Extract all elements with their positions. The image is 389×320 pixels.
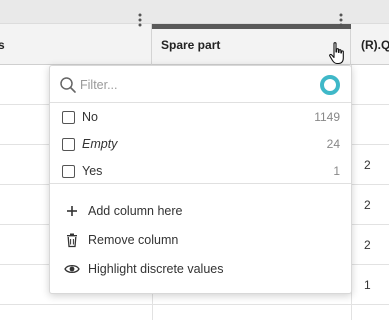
search-icon bbox=[60, 77, 76, 93]
filter-option-label: Empty bbox=[82, 137, 118, 151]
filter-option-count: 24 bbox=[326, 137, 340, 151]
action-label: Highlight discrete values bbox=[88, 262, 224, 276]
checkbox[interactable] bbox=[62, 164, 75, 178]
column-header-right-label: (R).Q bbox=[361, 37, 389, 52]
table-cell: 2 bbox=[364, 158, 371, 172]
highlight-discrete-values-button[interactable]: Highlight discrete values bbox=[50, 255, 351, 283]
column-header-right[interactable]: (R).Q bbox=[351, 24, 389, 65]
kebab-icon[interactable] bbox=[133, 11, 147, 29]
column-header-spare-part[interactable]: Spare part bbox=[152, 24, 351, 65]
column-menu-kebab-icon[interactable] bbox=[334, 11, 348, 29]
action-label: Remove column bbox=[88, 233, 179, 247]
checkbox[interactable] bbox=[62, 137, 75, 151]
table-cell: 2 bbox=[364, 198, 371, 212]
plus-icon bbox=[67, 206, 77, 216]
active-column-indicator bbox=[152, 24, 351, 29]
filter-option-label: Yes bbox=[82, 164, 103, 178]
column-header-left[interactable]: s bbox=[0, 24, 152, 65]
add-column-here-button[interactable]: Add column here bbox=[50, 197, 351, 225]
column-filter-menu: No 1149 Empty 24 Yes 1 Add column here R… bbox=[49, 65, 352, 294]
remove-column-button[interactable]: Remove column bbox=[50, 226, 351, 254]
table-cell: 1 bbox=[364, 278, 371, 292]
eye-icon bbox=[64, 264, 80, 274]
menu-divider bbox=[50, 183, 351, 184]
trash-icon bbox=[67, 233, 77, 248]
column-header-left-label: s bbox=[0, 37, 5, 52]
action-label: Add column here bbox=[88, 204, 183, 218]
filter-option-label: No bbox=[82, 110, 98, 124]
hand-pointer-icon bbox=[329, 42, 344, 65]
table-cell: 2 bbox=[364, 238, 371, 252]
filter-option-empty[interactable]: Empty 24 bbox=[50, 131, 351, 157]
loading-spinner-icon bbox=[320, 75, 340, 95]
checkbox[interactable] bbox=[62, 110, 75, 124]
filter-option-yes[interactable]: Yes 1 bbox=[50, 158, 351, 184]
filter-option-no[interactable]: No 1149 bbox=[50, 104, 351, 130]
column-header-spare-part-label: Spare part bbox=[161, 37, 221, 52]
filter-search-input[interactable] bbox=[80, 75, 310, 95]
filter-option-count: 1149 bbox=[314, 110, 340, 124]
toolbar-strip bbox=[0, 0, 389, 24]
filter-search-bar bbox=[50, 66, 351, 103]
filter-option-count: 1 bbox=[333, 164, 340, 178]
